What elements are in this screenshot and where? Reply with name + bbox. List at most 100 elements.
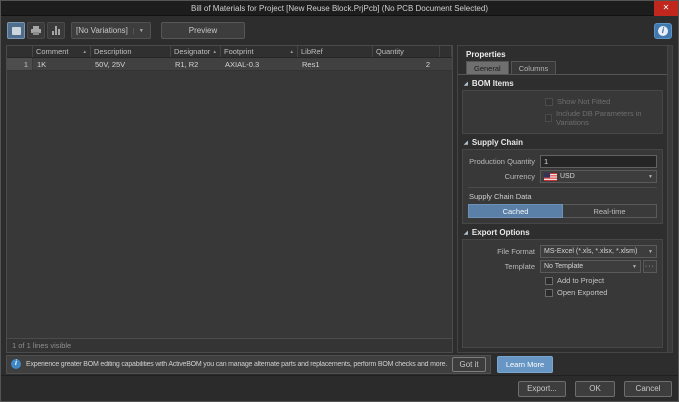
cancel-button[interactable]: Cancel (624, 381, 672, 397)
column-header-filler (440, 46, 452, 57)
quantity-cell[interactable]: 2 (373, 58, 440, 70)
info-icon: i (658, 26, 668, 36)
bar-chart-icon (52, 26, 60, 35)
currency-row: Currency USD (468, 170, 657, 183)
section-header-export-options[interactable]: ◢ Export Options (462, 224, 663, 239)
sort-ascending-icon: ▲ (81, 49, 87, 54)
file-format-dropdown[interactable]: MS-Excel (*.xls, *.xlsx, *.xlsm) ▼ (540, 245, 657, 258)
template-browse-button[interactable]: ··· (643, 260, 657, 273)
file-format-row: File Format MS-Excel (*.xls, *.xlsx, *.x… (468, 245, 657, 258)
production-quantity-input[interactable] (540, 155, 657, 168)
export-options-box: File Format MS-Excel (*.xls, *.xlsx, *.x… (462, 239, 663, 348)
properties-content: ◢ BOM Items Show Not Fitted Include DB P… (458, 75, 667, 352)
activebom-banner: i Experience greater BOM editing capabil… (6, 355, 491, 374)
collapse-icon: ◢ (464, 230, 468, 236)
collapse-icon: ◢ (464, 81, 468, 87)
column-header-libref[interactable]: LibRef (298, 46, 373, 57)
toolbar: [No Variations] ▼ Preview i (1, 16, 678, 45)
currency-dropdown[interactable]: USD ▼ (540, 170, 657, 183)
supply-chain-data-toggle: Cached Real-time (468, 204, 657, 218)
description-cell[interactable]: 50V, 25V (91, 58, 171, 70)
checkbox-include-db-parameters[interactable]: Include DB Parameters in Variations (545, 109, 657, 127)
footprint-cell[interactable]: AXIAL-0.3 (221, 58, 298, 70)
row-number-cell: 1 (7, 58, 33, 70)
export-button[interactable]: Export... (518, 381, 566, 397)
info-button[interactable]: i (654, 23, 672, 39)
column-header-quantity[interactable]: Quantity (373, 46, 440, 57)
variations-dropdown[interactable]: [No Variations] ▼ (71, 22, 151, 39)
variations-dropdown-value: [No Variations] (76, 26, 128, 35)
print-button[interactable] (27, 22, 45, 39)
chevron-down-icon: ▼ (632, 264, 637, 270)
table-row[interactable]: 1 1K 50V, 25V R1, R2 AXIAL-0.3 Res1 2 (7, 58, 452, 71)
title-bar: Bill of Materials for Project [New Reuse… (1, 1, 678, 16)
close-icon: ✕ (663, 3, 670, 12)
checkbox-icon (545, 98, 553, 106)
us-flag-icon (544, 173, 557, 181)
ellipsis-icon: ··· (645, 263, 655, 270)
section-header-supply-chain[interactable]: ◢ Supply Chain (462, 134, 663, 149)
checkbox-icon (545, 289, 553, 297)
bom-items-box: Show Not Fitted Include DB Parameters in… (462, 90, 663, 134)
printer-icon (31, 26, 41, 35)
designator-cell[interactable]: R1, R2 (171, 58, 221, 70)
file-format-value: MS-Excel (*.xls, *.xlsx, *.xlsm) (544, 248, 637, 255)
chevron-down-icon: ▼ (133, 28, 144, 34)
production-quantity-label: Production Quantity (468, 157, 540, 166)
properties-scrollbar[interactable] (667, 46, 672, 352)
table-view-button[interactable] (7, 22, 25, 39)
currency-value: USD (560, 173, 575, 180)
supply-chain-data-label: Supply Chain Data (469, 192, 657, 201)
chevron-down-icon: ▼ (648, 174, 653, 180)
banner-message: Experience greater BOM editing capabilit… (26, 361, 447, 368)
info-icon: i (11, 359, 21, 369)
comment-cell[interactable]: 1K (33, 58, 91, 70)
template-value: No Template (544, 263, 583, 270)
chart-view-button[interactable] (47, 22, 65, 39)
column-header-rownum (7, 46, 33, 57)
section-header-bom-items[interactable]: ◢ BOM Items (462, 75, 663, 90)
libref-cell[interactable]: Res1 (298, 58, 373, 70)
currency-label: Currency (468, 172, 540, 181)
checkbox-show-not-fitted[interactable]: Show Not Fitted (545, 97, 657, 106)
properties-tabs: General Columns (458, 61, 667, 75)
column-header-footprint[interactable]: Footprint ▲ (221, 46, 298, 57)
template-dropdown[interactable]: No Template ▼ (540, 260, 641, 273)
table-status-bar: 1 of 1 lines visible (7, 338, 452, 352)
checkbox-icon (545, 277, 553, 285)
chevron-down-icon: ▼ (648, 249, 653, 255)
dialog-title: Bill of Materials for Project [New Reuse… (1, 1, 678, 16)
checkbox-add-to-project[interactable]: Add to Project (545, 276, 657, 285)
segment-cached[interactable]: Cached (468, 204, 563, 218)
got-it-button[interactable]: Got it (452, 357, 486, 372)
checkbox-open-exported[interactable]: Open Exported (545, 288, 657, 297)
preview-button[interactable]: Preview (161, 22, 245, 39)
column-header-description[interactable]: Description (91, 46, 171, 57)
learn-more-button[interactable]: Learn More (497, 356, 553, 373)
divider (468, 187, 657, 188)
banner-row: i Experience greater BOM editing capabil… (1, 353, 678, 375)
properties-inner: Properties General Columns ◢ BOM Items S… (458, 46, 667, 352)
main-area: Comment ▲ Description Designator ▲ Footp… (1, 45, 678, 353)
properties-title: Properties (458, 46, 667, 61)
properties-panel: Properties General Columns ◢ BOM Items S… (457, 45, 673, 353)
row-filler-cell (440, 58, 452, 70)
tab-columns[interactable]: Columns (511, 61, 557, 74)
table-view-icon (12, 27, 21, 35)
column-header-comment[interactable]: Comment ▲ (33, 46, 91, 57)
template-label: Template (468, 262, 540, 271)
view-mode-group (7, 22, 65, 39)
template-row: Template No Template ▼ ··· (468, 260, 657, 273)
sort-ascending-icon: ▲ (211, 49, 217, 54)
segment-realtime[interactable]: Real-time (563, 204, 657, 218)
bom-table-panel: Comment ▲ Description Designator ▲ Footp… (6, 45, 453, 353)
ok-button[interactable]: OK (575, 381, 615, 397)
tab-general[interactable]: General (466, 61, 509, 74)
sort-ascending-icon: ▲ (288, 49, 294, 54)
collapse-icon: ◢ (464, 140, 468, 146)
checkbox-icon (545, 114, 552, 122)
close-button[interactable]: ✕ (654, 1, 678, 16)
footer-bar: Export... OK Cancel (1, 375, 678, 402)
column-header-designator[interactable]: Designator ▲ (171, 46, 221, 57)
table-empty-area (7, 71, 452, 338)
